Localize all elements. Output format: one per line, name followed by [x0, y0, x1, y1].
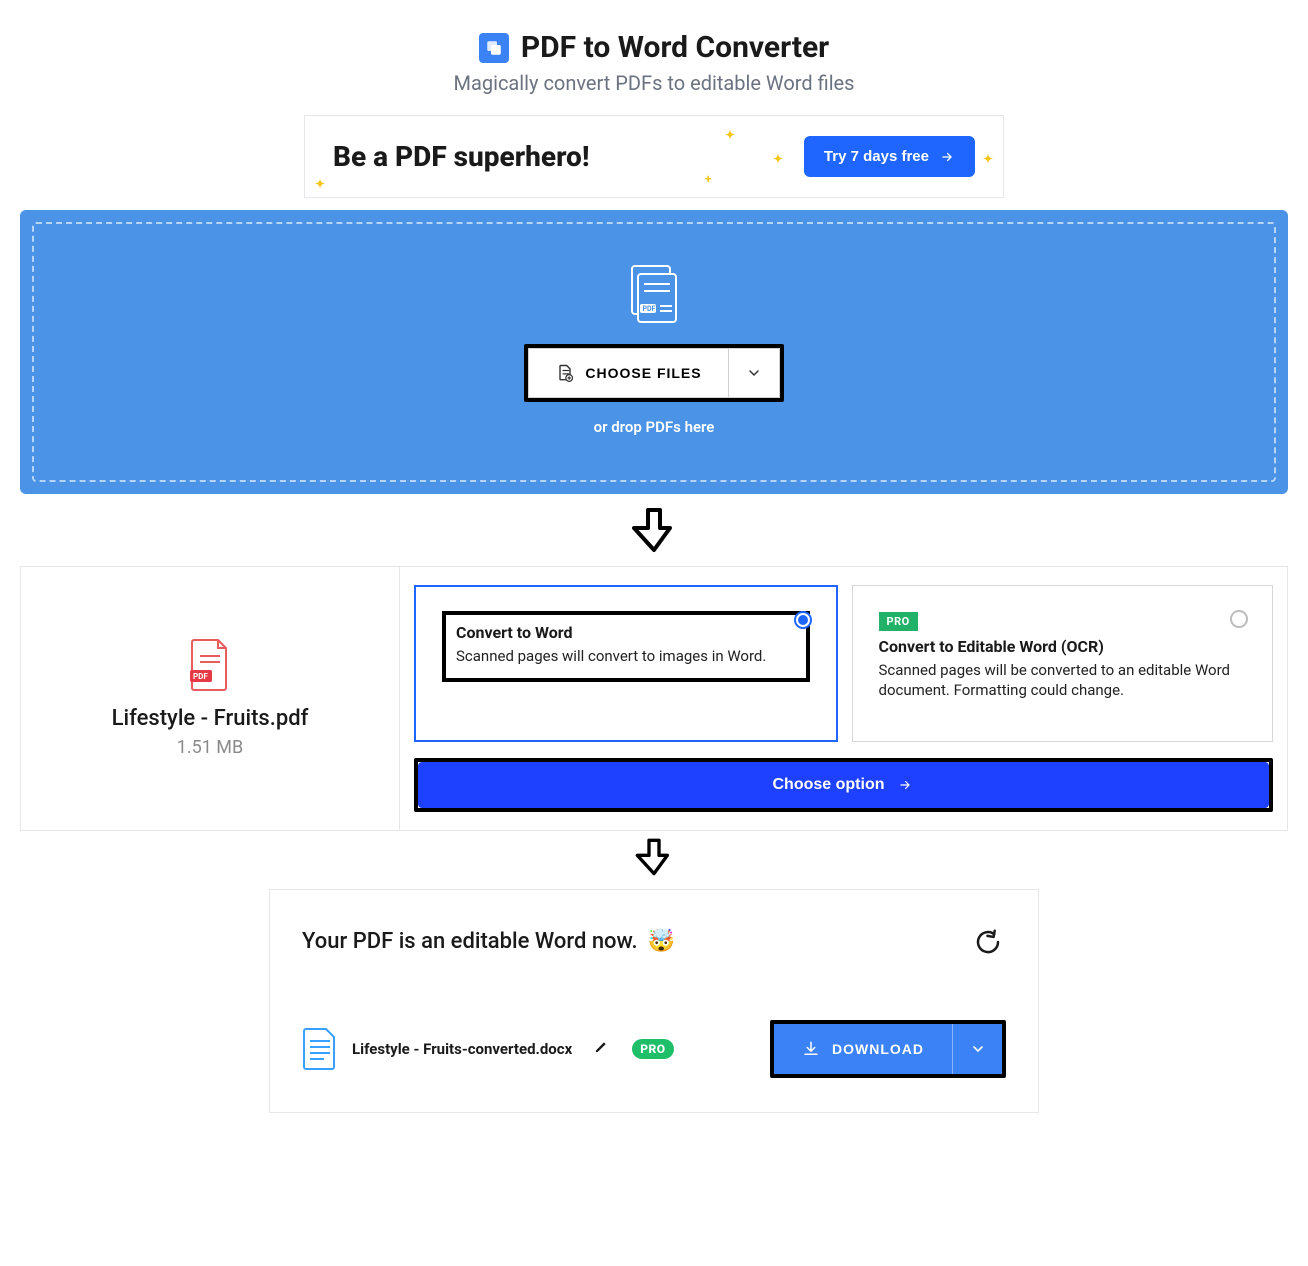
result-message: Your PDF is an editable Word now. 🤯	[302, 929, 675, 954]
pro-badge: PRO	[632, 1039, 673, 1059]
choose-option-label: Choose option	[773, 776, 885, 794]
pdf-stack-icon: PDF	[624, 264, 684, 330]
radio-convert-to-word[interactable]	[794, 611, 812, 629]
result-file-name: Lifestyle - Fruits-converted.docx	[352, 1040, 572, 1058]
choose-option-button[interactable]: Choose option	[418, 762, 1269, 808]
chevron-down-icon	[746, 365, 762, 381]
file-add-icon	[555, 363, 575, 383]
option-convert-ocr[interactable]: PRO Convert to Editable Word (OCR) Scann…	[852, 585, 1274, 742]
page-subtitle: Magically convert PDFs to editable Word …	[0, 71, 1308, 95]
pro-badge: PRO	[879, 612, 918, 631]
arrow-right-icon	[896, 778, 914, 792]
rename-button[interactable]	[594, 1039, 608, 1058]
option-b-title: Convert to Editable Word (OCR)	[879, 637, 1247, 656]
choose-files-dropdown[interactable]	[728, 348, 780, 398]
arrow-down-icon	[634, 835, 674, 879]
download-label: DOWNLOAD	[832, 1041, 924, 1057]
choose-files-button[interactable]: CHOOSE FILES	[528, 348, 727, 398]
try-free-label: Try 7 days free	[824, 148, 929, 165]
chevron-down-icon	[970, 1041, 986, 1057]
options-panel: PDF Lifestyle - Fruits.pdf 1.51 MB Conve…	[20, 566, 1288, 831]
reload-icon	[973, 927, 1003, 957]
dropzone[interactable]: PDF CHOOSE FILES	[20, 210, 1288, 494]
pdf-file-icon: PDF	[188, 638, 232, 692]
pdf-word-icon	[479, 33, 509, 63]
pencil-icon	[594, 1040, 608, 1054]
doc-file-icon	[302, 1027, 338, 1071]
radio-convert-ocr[interactable]	[1230, 610, 1248, 628]
emoji-mindblown: 🤯	[648, 929, 675, 954]
page-title: PDF to Word Converter	[479, 30, 829, 65]
option-convert-to-word[interactable]: Convert to Word Scanned pages will conve…	[414, 585, 838, 742]
page-title-text: PDF to Word Converter	[521, 30, 829, 65]
promo-banner: ✦ + ✦ ✦ ✦ Be a PDF superhero! Try 7 days…	[304, 115, 1004, 198]
svg-text:PDF: PDF	[193, 672, 208, 681]
try-free-button[interactable]: Try 7 days free	[804, 136, 975, 177]
choose-files-label: CHOOSE FILES	[585, 365, 701, 381]
dropzone-hint: or drop PDFs here	[594, 418, 715, 436]
file-size: 1.51 MB	[177, 737, 244, 758]
result-card: Your PDF is an editable Word now. 🤯	[269, 889, 1039, 1113]
arrow-right-icon	[939, 150, 955, 164]
option-a-desc: Scanned pages will convert to images in …	[456, 646, 796, 666]
download-button[interactable]: DOWNLOAD	[774, 1024, 952, 1074]
file-preview: PDF Lifestyle - Fruits.pdf 1.51 MB	[20, 567, 400, 831]
download-dropdown[interactable]	[952, 1024, 1002, 1074]
svg-text:PDF: PDF	[643, 305, 656, 313]
arrow-down-icon	[630, 504, 678, 556]
promo-title: Be a PDF superhero!	[333, 140, 590, 173]
option-a-title: Convert to Word	[456, 623, 796, 642]
option-b-desc: Scanned pages will be converted to an ed…	[879, 660, 1247, 701]
download-icon	[802, 1040, 820, 1058]
file-name: Lifestyle - Fruits.pdf	[112, 706, 309, 731]
retry-button[interactable]	[970, 924, 1006, 960]
